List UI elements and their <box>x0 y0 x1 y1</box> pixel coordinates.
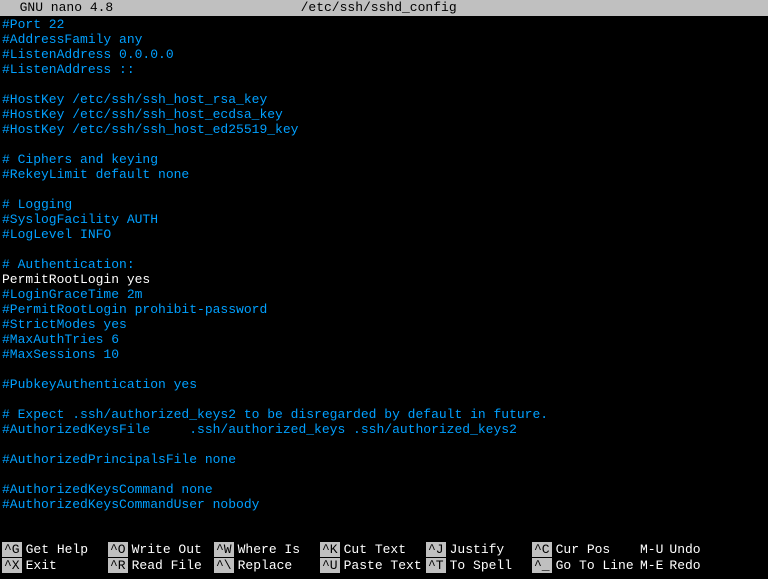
editor-line: # Authentication: <box>2 257 766 272</box>
shortcut-key: M-U <box>638 542 665 557</box>
shortcut-exit[interactable]: ^X Exit <box>2 558 108 573</box>
editor-line <box>2 77 766 92</box>
shortcut-key: ^R <box>108 558 128 573</box>
editor-line: #HostKey /etc/ssh/ssh_host_rsa_key <box>2 92 766 107</box>
shortcut-get-help[interactable]: ^G Get Help <box>2 542 108 557</box>
editor-line <box>2 437 766 452</box>
shortcut-key: ^G <box>2 542 22 557</box>
shortcut-label: Go To Line <box>556 558 634 573</box>
shortcut-key: ^C <box>532 542 552 557</box>
editor-line: # Ciphers and keying <box>2 152 766 167</box>
editor-line: #ListenAddress :: <box>2 62 766 77</box>
shortcut-cut-text[interactable]: ^K Cut Text <box>320 542 426 557</box>
shortcut-justify[interactable]: ^J Justify <box>426 542 532 557</box>
shortcut-key: ^T <box>426 558 446 573</box>
shortcut-key: ^U <box>320 558 340 573</box>
editor-line: #LoginGraceTime 2m <box>2 287 766 302</box>
editor-line: #AuthorizedKeysFile .ssh/authorized_keys… <box>2 422 766 437</box>
shortcut-redo[interactable]: M-E Redo <box>638 558 718 573</box>
shortcut-key: ^X <box>2 558 22 573</box>
title-spacer <box>644 0 764 16</box>
shortcut-label: Replace <box>238 558 293 573</box>
editor-line: #PermitRootLogin prohibit-password <box>2 302 766 317</box>
shortcut-row-1: ^G Get Help ^O Write Out ^W Where Is ^K Cut Tex… <box>2 541 766 557</box>
shortcut-go-to-line[interactable]: ^_ Go To Line <box>532 558 638 573</box>
shortcut-paste-text[interactable]: ^U Paste Text <box>320 558 426 573</box>
editor-line: #MaxSessions 10 <box>2 347 766 362</box>
editor-line: #HostKey /etc/ssh/ssh_host_ecdsa_key <box>2 107 766 122</box>
shortcut-row-2: ^X Exit ^R Read File ^\ Replace ^U Paste Text ^T… <box>2 557 766 573</box>
editor-line: #SyslogFacility AUTH <box>2 212 766 227</box>
shortcut-label: Redo <box>669 558 700 573</box>
shortcut-label: Where Is <box>238 542 300 557</box>
shortcut-label: Justify <box>450 542 505 557</box>
editor-line: #AddressFamily any <box>2 32 766 47</box>
editor-line <box>2 182 766 197</box>
editor-line: # Logging <box>2 197 766 212</box>
editor-line <box>2 362 766 377</box>
app-name: GNU nano 4.8 <box>4 0 113 16</box>
shortcut-cur-pos[interactable]: ^C Cur Pos <box>532 542 638 557</box>
editor-line <box>2 242 766 257</box>
shortcut-where-is[interactable]: ^W Where Is <box>214 542 320 557</box>
shortcut-key: ^J <box>426 542 446 557</box>
editor-line: #AuthorizedKeysCommand none <box>2 482 766 497</box>
editor-line <box>2 467 766 482</box>
shortcut-label: Undo <box>669 542 700 557</box>
editor-line: # Expect .ssh/authorized_keys2 to be dis… <box>2 407 766 422</box>
shortcut-label: To Spell <box>450 558 512 573</box>
editor-line: #StrictModes yes <box>2 317 766 332</box>
shortcut-key: ^\ <box>214 558 234 573</box>
editor-line <box>2 137 766 152</box>
shortcut-label: Paste Text <box>344 558 422 573</box>
editor-line: #ListenAddress 0.0.0.0 <box>2 47 766 62</box>
title-bar: GNU nano 4.8 /etc/ssh/sshd_config <box>0 0 768 16</box>
shortcut-write-out[interactable]: ^O Write Out <box>108 542 214 557</box>
shortcut-key: M-E <box>638 558 665 573</box>
editor-line: #PubkeyAuthentication yes <box>2 377 766 392</box>
editor-line: #HostKey /etc/ssh/ssh_host_ed25519_key <box>2 122 766 137</box>
editor-line: #RekeyLimit default none <box>2 167 766 182</box>
editor-area[interactable]: #Port 22#AddressFamily any#ListenAddress… <box>0 16 768 513</box>
shortcut-label: Cut Text <box>344 542 406 557</box>
filename: /etc/ssh/sshd_config <box>113 0 644 16</box>
editor-line: PermitRootLogin yes <box>2 272 766 287</box>
shortcut-label: Read File <box>132 558 202 573</box>
editor-line: #Port 22 <box>2 17 766 32</box>
shortcut-label: Cur Pos <box>556 542 611 557</box>
shortcut-label: Exit <box>26 558 57 573</box>
shortcut-undo[interactable]: M-U Undo <box>638 542 718 557</box>
editor-line: #AuthorizedKeysCommandUser nobody <box>2 497 766 512</box>
shortcut-replace[interactable]: ^\ Replace <box>214 558 320 573</box>
shortcut-key: ^_ <box>532 558 552 573</box>
editor-line: #LogLevel INFO <box>2 227 766 242</box>
shortcut-label: Write Out <box>132 542 202 557</box>
shortcut-to-spell[interactable]: ^T To Spell <box>426 558 532 573</box>
editor-line: #AuthorizedPrincipalsFile none <box>2 452 766 467</box>
editor-line <box>2 392 766 407</box>
shortcut-read-file[interactable]: ^R Read File <box>108 558 214 573</box>
shortcut-bar: ^G Get Help ^O Write Out ^W Where Is ^K Cut Tex… <box>0 541 768 573</box>
editor-line: #MaxAuthTries 6 <box>2 332 766 347</box>
shortcut-key: ^W <box>214 542 234 557</box>
shortcut-key: ^K <box>320 542 340 557</box>
shortcut-label: Get Help <box>26 542 88 557</box>
shortcut-key: ^O <box>108 542 128 557</box>
